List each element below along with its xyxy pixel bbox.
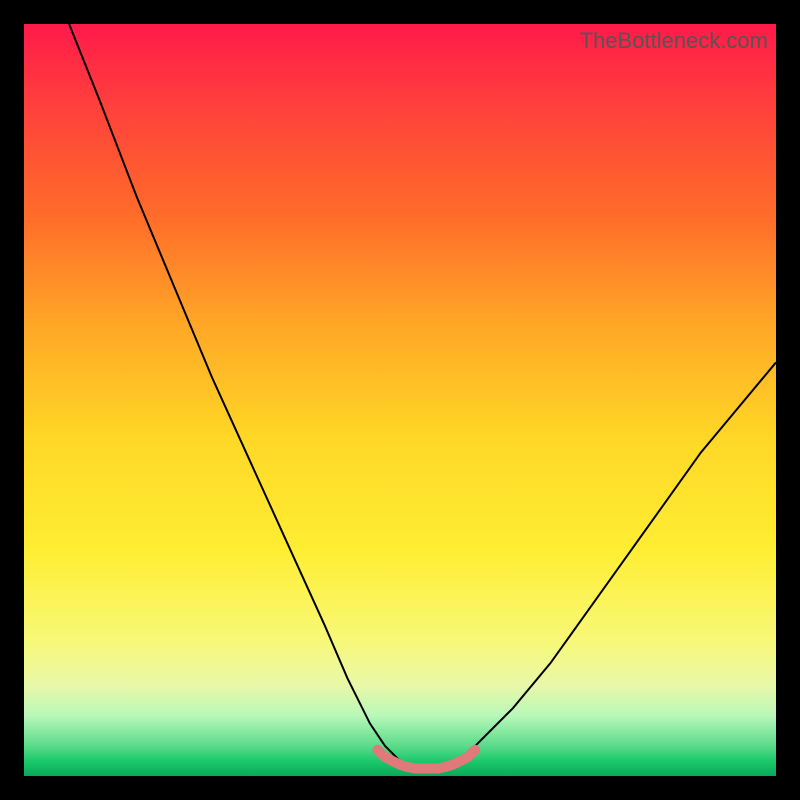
chart-svg bbox=[24, 24, 776, 776]
bottleneck-curve bbox=[69, 24, 776, 769]
watermark-text: TheBottleneck.com bbox=[580, 28, 768, 54]
chart-plot-area: TheBottleneck.com bbox=[24, 24, 776, 776]
